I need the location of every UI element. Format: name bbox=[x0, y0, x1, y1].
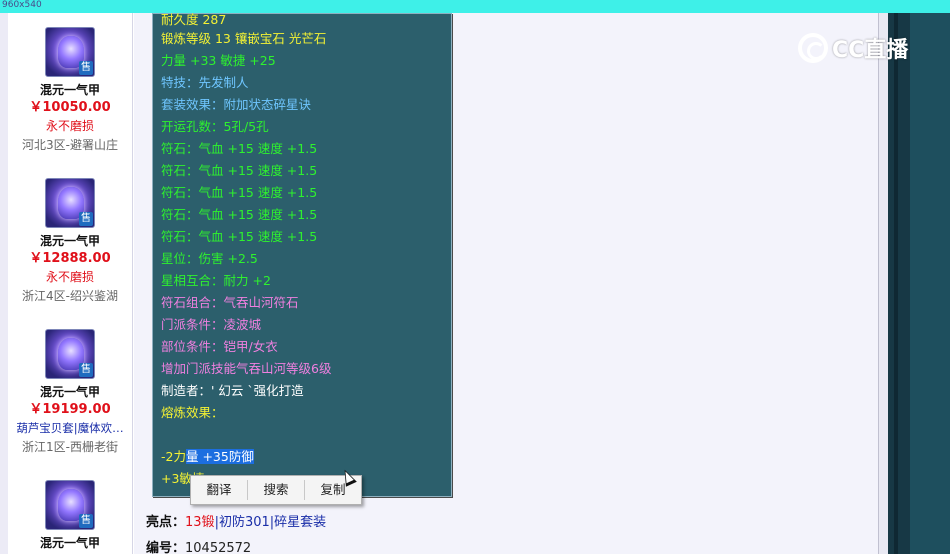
tooltip-line: 特技：先发制人 bbox=[161, 75, 249, 90]
tooltip-line: 符石：气血 +15 速度 +1.5 bbox=[161, 207, 318, 222]
tooltip-line: 符石：气血 +15 速度 +1.5 bbox=[161, 163, 318, 178]
tooltip-line: 部位条件：铠甲/女衣 bbox=[161, 339, 278, 354]
tooltip-line: 耐久度 287 bbox=[161, 12, 227, 27]
outer-background bbox=[910, 13, 950, 554]
watermark-logo: CC直播 bbox=[798, 32, 908, 64]
tooltip-line: 符石：气血 +15 速度 +1.5 bbox=[161, 229, 318, 244]
sell-badge: 售 bbox=[79, 212, 93, 226]
armor-thumbnail[interactable]: 售 bbox=[45, 27, 95, 77]
item-note: 永不磨损 bbox=[45, 270, 94, 284]
listing-sidebar[interactable]: 售 混元一气甲 ￥10050.00 永不磨损 河北3区-避署山庄 售 混元一气甲… bbox=[0, 13, 133, 554]
tooltip-line: 锻炼等级 13 镶嵌宝石 光芒石 bbox=[161, 31, 327, 46]
context-menu[interactable]: 翻译 搜索 复制 bbox=[190, 475, 362, 505]
item-price: ￥12888.00 bbox=[29, 251, 111, 266]
selected-text[interactable]: 量 +35防御 bbox=[185, 449, 254, 464]
melt-effect-line[interactable]: -2力量 +35防御 bbox=[161, 449, 254, 465]
highlight-set: 碎星套装 bbox=[274, 515, 327, 530]
sell-badge: 售 bbox=[79, 363, 93, 377]
tooltip-line: 制造者：' 幻云 `强化打造 bbox=[161, 383, 304, 398]
tooltip-line: 开运孔数：5孔/5孔 bbox=[161, 119, 269, 134]
translate-menu-item[interactable]: 翻译 bbox=[191, 476, 247, 504]
item-tags: 葫芦宝贝套|魔体欢… bbox=[16, 421, 124, 435]
tooltip-line: 熔炼效果： bbox=[161, 405, 224, 420]
search-menu-item[interactable]: 搜索 bbox=[248, 476, 304, 504]
scroll-strip[interactable] bbox=[888, 13, 910, 554]
tooltip-line: 门派条件：凌波城 bbox=[161, 317, 262, 332]
item-id-line: 编号：10452572 bbox=[146, 540, 251, 554]
melt-effect-prefix: -2力 bbox=[161, 449, 186, 464]
tooltip-line: 符石：气血 +15 速度 +1.5 bbox=[161, 141, 318, 156]
sidebar-edge bbox=[0, 13, 8, 554]
tooltip-line: 星位：伤害 +2.5 bbox=[161, 251, 258, 266]
top-bar: 960x540 bbox=[0, 0, 950, 13]
sell-badge: 售 bbox=[79, 514, 93, 528]
armor-thumbnail[interactable]: 售 bbox=[45, 480, 95, 530]
armor-thumbnail[interactable]: 售 bbox=[45, 329, 95, 379]
panel-border bbox=[878, 13, 888, 554]
highlights-label: 亮点： bbox=[146, 515, 186, 530]
item-price: ￥10050.00 bbox=[29, 100, 111, 115]
item-id-label: 编号： bbox=[146, 541, 186, 554]
sell-badge: 售 bbox=[79, 61, 93, 75]
armor-thumbnail[interactable]: 售 bbox=[45, 178, 95, 228]
item-note: 永不磨损 bbox=[45, 119, 94, 133]
item-name[interactable]: 混元一气甲 bbox=[8, 232, 132, 250]
item-id-value: 10452572 bbox=[185, 541, 252, 554]
highlight-defense: 初防301 bbox=[218, 515, 270, 530]
tooltip-line: 增加门派技能气吞山河等级6级 bbox=[161, 361, 332, 376]
item-price: ￥19199.00 bbox=[29, 402, 111, 417]
item-tooltip: 耐久度 287 锻炼等级 13 镶嵌宝石 光芒石 力量 +33 敏捷 +25 特… bbox=[152, 12, 452, 497]
item-name[interactable]: 混元一气甲 bbox=[8, 534, 132, 552]
tooltip-line: 符石组合：气吞山河符石 bbox=[161, 295, 299, 310]
watermark-text: CC直播 bbox=[832, 38, 909, 63]
tooltip-line: 符石：气血 +15 速度 +1.5 bbox=[161, 185, 318, 200]
listing-item[interactable]: 售 混元一气甲 bbox=[8, 480, 132, 552]
item-server: 河北3区-避署山庄 bbox=[22, 138, 118, 152]
item-name[interactable]: 混元一气甲 bbox=[8, 383, 132, 401]
tooltip-line: 星相互合：耐力 +2 bbox=[161, 273, 271, 288]
cc-logo-icon bbox=[798, 33, 828, 63]
listing-item[interactable]: 售 混元一气甲 ￥12888.00 永不磨损 浙江4区-绍兴鉴湖 bbox=[8, 178, 132, 306]
item-server: 浙江1区-西栅老街 bbox=[22, 440, 118, 454]
listing-item[interactable]: 售 混元一气甲 ￥19199.00 葫芦宝贝套|魔体欢… 浙江1区-西栅老街 bbox=[8, 329, 132, 457]
item-server: 浙江4区-绍兴鉴湖 bbox=[22, 289, 118, 303]
highlight-forge: 13锻 bbox=[185, 515, 215, 530]
highlights-line: 亮点：13锻|初防301|碎星套装 bbox=[146, 514, 326, 532]
listing-item[interactable]: 售 混元一气甲 ￥10050.00 永不磨损 河北3区-避署山庄 bbox=[8, 27, 132, 155]
tooltip-line: 套装效果：附加状态碎星诀 bbox=[161, 97, 312, 112]
item-name[interactable]: 混元一气甲 bbox=[8, 81, 132, 99]
tooltip-line: 力量 +33 敏捷 +25 bbox=[161, 53, 276, 68]
window-title: 960x540 bbox=[2, 0, 42, 10]
